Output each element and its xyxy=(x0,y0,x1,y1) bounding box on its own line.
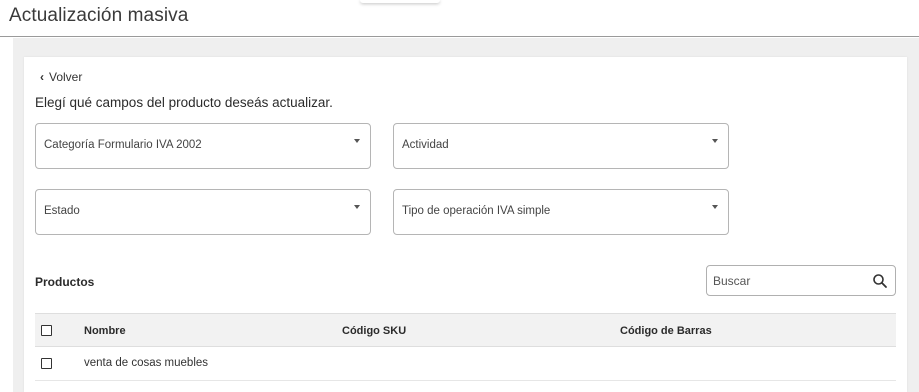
back-label: Volver xyxy=(49,70,83,84)
search-icon[interactable] xyxy=(872,273,888,289)
search-box xyxy=(706,265,896,296)
page-header: Actualización masiva xyxy=(0,0,919,37)
back-link[interactable]: ‹ Volver xyxy=(40,70,82,84)
select-all-checkbox[interactable] xyxy=(41,325,52,336)
tipo-operacion-select[interactable]: Tipo de operación IVA simple xyxy=(393,189,729,235)
caret-down-icon xyxy=(354,205,360,209)
actividad-select-value: Actividad xyxy=(402,139,449,151)
products-table: Nombre Código SKU Código de Barras venta… xyxy=(35,313,896,381)
chevron-left-icon: ‹ xyxy=(40,70,44,84)
products-title: Productos xyxy=(35,275,95,289)
caret-down-icon xyxy=(712,205,718,209)
column-header-sku[interactable]: Código SKU xyxy=(342,325,406,337)
caret-down-icon xyxy=(712,139,718,143)
table-header: Nombre Código SKU Código de Barras xyxy=(35,313,896,347)
page-title: Actualización masiva xyxy=(9,5,189,26)
column-header-nombre[interactable]: Nombre xyxy=(84,325,126,337)
row-nombre: venta de cosas muebles xyxy=(84,357,209,369)
top-tab-indicator xyxy=(360,0,440,3)
estado-select-value: Estado xyxy=(44,205,80,217)
caret-down-icon xyxy=(354,139,360,143)
categoria-select[interactable]: Categoría Formulario IVA 2002 xyxy=(35,123,371,169)
table-row[interactable]: venta de cosas muebles xyxy=(35,347,896,381)
actividad-select[interactable]: Actividad xyxy=(393,123,729,169)
categoria-select-value: Categoría Formulario IVA 2002 xyxy=(44,139,202,151)
instruction-text: Elegí qué campos del producto deseás act… xyxy=(35,95,333,110)
estado-select[interactable]: Estado xyxy=(35,189,371,235)
tipo-operacion-select-value: Tipo de operación IVA simple xyxy=(402,205,551,217)
row-checkbox[interactable] xyxy=(41,358,52,369)
column-header-barras[interactable]: Código de Barras xyxy=(620,325,712,337)
search-input[interactable] xyxy=(713,272,863,290)
